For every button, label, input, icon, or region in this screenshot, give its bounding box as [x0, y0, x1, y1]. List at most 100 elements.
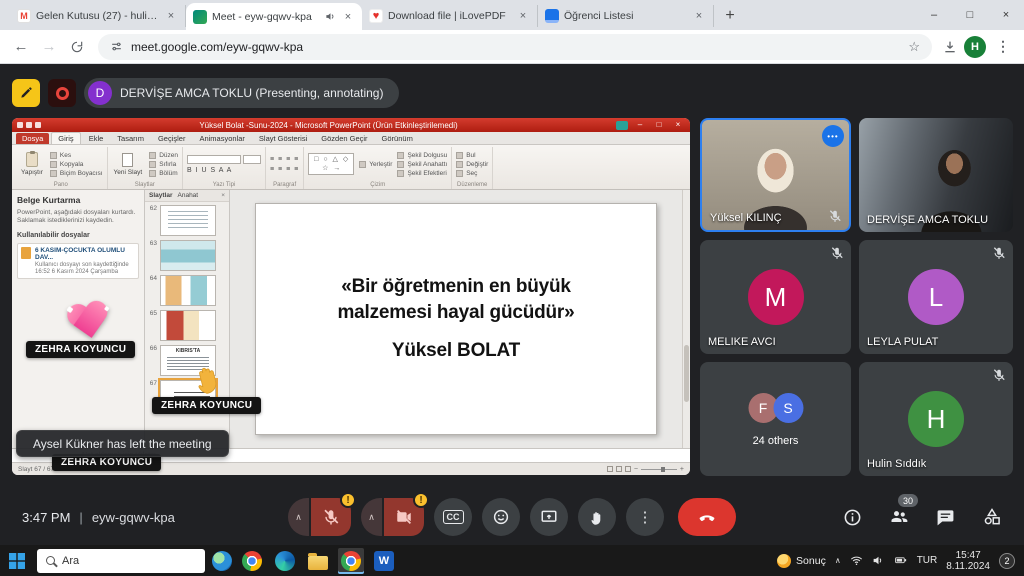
reactions-button[interactable] [482, 498, 520, 536]
slide-thumbnail-62[interactable] [160, 205, 216, 236]
find-button[interactable]: Bul [456, 152, 488, 159]
window-close-button[interactable]: × [988, 0, 1024, 30]
font-style-buttons[interactable]: B I U S A A [187, 167, 232, 174]
font-size-select[interactable] [243, 155, 261, 164]
browser-tab-gmail[interactable]: M Gelen Kutusu (27) - hulin.siddi × [10, 5, 186, 27]
mic-muted-button[interactable]: ! [311, 498, 351, 536]
raise-hand-button[interactable] [578, 498, 616, 536]
more-options-button[interactable]: ⋮ [626, 498, 664, 536]
alignment-buttons[interactable]: ≡ ≡ ≡ ≡ [270, 166, 299, 173]
taskbar-clock[interactable]: 15:47 8.11.2024 [946, 550, 990, 572]
editor-scrollbar[interactable] [682, 190, 690, 448]
notification-badge[interactable]: 2 [999, 553, 1015, 569]
volume-icon[interactable] [872, 554, 885, 567]
new-slide-button[interactable]: Yeni Slayt [112, 153, 145, 176]
quick-access-toolbar[interactable] [17, 122, 41, 128]
participant-tile-melike[interactable]: M MELIKE AVCI [700, 240, 851, 354]
site-info-icon[interactable] [110, 40, 123, 53]
ribbon-tab-animations[interactable]: Animasyonlar [193, 133, 250, 144]
widgets-icon[interactable] [212, 551, 232, 571]
font-name-select[interactable] [187, 155, 241, 164]
ppt-minimize-button[interactable]: – [633, 120, 647, 130]
taskbar-word-icon[interactable]: W [371, 548, 397, 574]
start-button[interactable] [4, 548, 30, 574]
arrange-button[interactable]: Yerleştir [359, 161, 392, 168]
browser-tab-meet[interactable]: Meet - eyw-gqwv-kpa × [186, 3, 362, 30]
list-buttons[interactable]: ≡ ≡ ≡ ≡ [270, 156, 299, 163]
camera-options-chevron[interactable]: ∧ [361, 498, 382, 536]
tile-menu-icon[interactable]: ••• [822, 125, 844, 147]
zoom-in-icon[interactable]: + [680, 466, 684, 473]
window-maximize-button[interactable]: □ [952, 0, 988, 30]
ribbon-tab-insert[interactable]: Ekle [83, 133, 110, 144]
replace-button[interactable]: Değiştir [456, 161, 488, 168]
taskbar-chrome-icon[interactable] [239, 548, 265, 574]
select-button[interactable]: Seç [456, 170, 488, 177]
tray-expand-icon[interactable]: ∧ [835, 556, 841, 565]
present-button[interactable] [530, 498, 568, 536]
zoom-out-icon[interactable]: − [634, 466, 638, 473]
view-sorter-icon[interactable] [616, 466, 622, 472]
copy-button[interactable]: Kopyala [50, 161, 103, 168]
participant-tile-leyla[interactable]: L LEYLA PULAT [859, 240, 1013, 354]
tab-close-icon[interactable]: × [341, 10, 355, 24]
new-tab-button[interactable]: + [718, 4, 742, 28]
reload-button[interactable] [66, 36, 88, 58]
shape-outline-button[interactable]: Şekil Anahattı [397, 161, 447, 168]
zoom-knob[interactable] [661, 467, 665, 472]
view-normal-icon[interactable] [607, 466, 613, 472]
participant-tile-dervise[interactable]: DERVİŞE AMCA TOKLU [859, 118, 1013, 232]
annotation-extension-icon[interactable] [12, 79, 40, 107]
ribbon-tab-view[interactable]: Görünüm [376, 133, 419, 144]
activities-icon[interactable] [982, 507, 1002, 527]
ribbon-tab-transitions[interactable]: Geçişler [152, 133, 192, 144]
pane-close-icon[interactable]: × [221, 192, 225, 199]
tab-close-icon[interactable]: × [692, 9, 706, 23]
taskbar-edge-icon[interactable] [272, 548, 298, 574]
forward-button[interactable]: → [38, 36, 60, 58]
taskbar-chrome-active-icon[interactable] [338, 548, 364, 574]
ribbon-tab-slideshow[interactable]: Slayt Gösterisi [253, 133, 313, 144]
bookmark-star-icon[interactable]: ☆ [908, 39, 920, 55]
captions-button[interactable]: CC [434, 498, 472, 536]
news-widget[interactable]: Sonuç [777, 554, 826, 568]
browser-tab-student-list[interactable]: Öğrenci Listesi × [538, 5, 714, 27]
meeting-details-icon[interactable] [843, 508, 862, 527]
people-panel-icon[interactable]: 30 [889, 507, 909, 527]
record-indicator-icon[interactable] [48, 79, 76, 107]
wifi-icon[interactable] [850, 554, 863, 567]
format-painter-button[interactable]: Biçim Boyacısı [50, 170, 103, 177]
ppt-maximize-button[interactable]: □ [652, 120, 666, 130]
participant-tile-yuksel[interactable]: ••• Yüksel KILINÇ [700, 118, 851, 232]
downloads-icon[interactable] [942, 39, 958, 55]
shape-fill-button[interactable]: Şekil Dolgusu [397, 152, 447, 159]
address-bar[interactable]: meet.google.com/eyw-gqwv-kpa ☆ [98, 34, 932, 60]
back-button[interactable]: ← [10, 36, 32, 58]
layout-button[interactable]: Düzen [149, 152, 178, 159]
scrollbar-thumb[interactable] [684, 345, 689, 402]
language-indicator[interactable]: TUR [917, 555, 938, 566]
leave-call-button[interactable] [678, 498, 736, 536]
browser-menu-icon[interactable]: ⋮ [992, 38, 1014, 55]
shape-effects-button[interactable]: Şekil Efektleri [397, 170, 447, 177]
zoom-slider[interactable] [641, 469, 677, 470]
participant-tile-hulin[interactable]: H Hulin Sıddık [859, 362, 1013, 476]
camera-off-button[interactable]: ! [384, 498, 424, 536]
paste-button[interactable]: Yapıştır [19, 152, 45, 176]
recovered-file-item[interactable]: 6 KASIM-ÇOCUKTA OLUMLU DAV... Kullanıcı … [17, 243, 139, 279]
shapes-gallery[interactable]: □ ○ △ ◇ ☆ → [308, 153, 354, 175]
ppt-close-button[interactable]: × [671, 120, 685, 130]
profile-avatar[interactable]: H [964, 36, 986, 58]
outline-tab[interactable]: Anahat [178, 192, 199, 199]
window-minimize-button[interactable]: – [916, 0, 952, 30]
slide-thumbnail-63[interactable] [160, 240, 216, 271]
current-slide[interactable]: «Bir öğretmenin en büyük malzemesi hayal… [255, 203, 657, 435]
reset-button[interactable]: Sıfırla [149, 161, 178, 168]
section-button[interactable]: Bölüm [149, 170, 178, 177]
tab-close-icon[interactable]: × [516, 9, 530, 23]
battery-icon[interactable] [894, 554, 908, 567]
slide-thumbnail-65[interactable] [160, 310, 216, 341]
participant-tile-others[interactable]: F S 24 others [700, 362, 851, 476]
ribbon-tab-review[interactable]: Gözden Geçir [315, 133, 373, 144]
slide-thumbnail-64[interactable] [160, 275, 216, 306]
